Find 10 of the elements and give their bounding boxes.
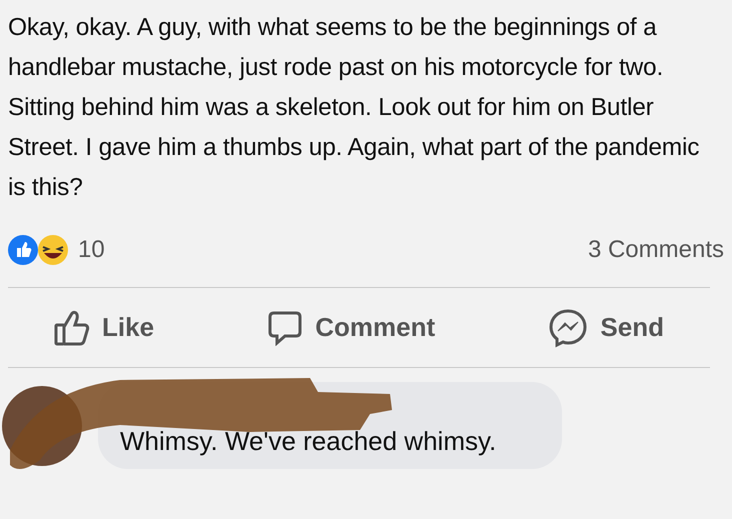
post-text: Okay, okay. A guy, with what seems to be the beginnings of a handlebar mustache, just rode past on his motorcycle for two. Sitting behind him was a skeleton. Look out for him on Butler Street. I gave him a thumbs up. Again, what part of the pandemic is this? [8, 13, 700, 203]
comment-text: Whimsy. We've reached whimsy. [120, 426, 496, 456]
thumbs-up-icon [54, 308, 90, 346]
reaction-count[interactable]: 10 [78, 236, 105, 264]
send-button[interactable]: Send [548, 308, 664, 348]
comment-count[interactable]: 3 Comments [588, 236, 724, 264]
like-button[interactable]: Like [54, 308, 154, 346]
comment-button[interactable]: Comment [267, 310, 436, 346]
messenger-icon [548, 308, 588, 348]
speech-bubble-icon [267, 310, 304, 346]
